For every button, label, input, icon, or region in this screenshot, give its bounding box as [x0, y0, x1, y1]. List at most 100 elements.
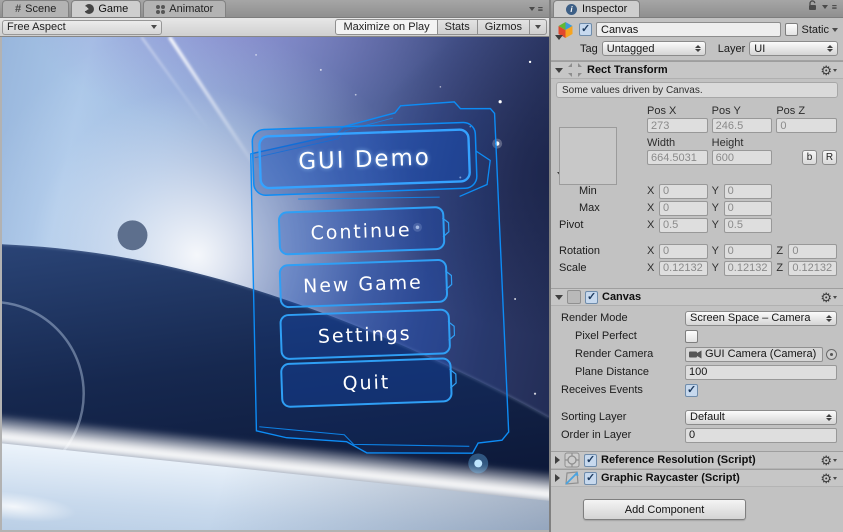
width-field[interactable]: 664.5031: [647, 150, 708, 165]
receives-events-checkbox[interactable]: [685, 383, 698, 397]
rotation-row: Rotation X0 Y0 Z0: [559, 243, 838, 259]
gear-icon[interactable]: ⚙: [820, 64, 837, 77]
render-camera-object-field[interactable]: GUI Camera (Camera): [685, 346, 823, 362]
active-checkbox[interactable]: [579, 22, 592, 36]
scale-z-field[interactable]: 0.12132: [788, 260, 838, 276]
menu-button-new-game[interactable]: New Game: [278, 258, 453, 309]
static-checkbox[interactable]: [785, 23, 799, 36]
graphic-raycaster-title: Graphic Raycaster (Script): [601, 472, 740, 484]
pos-x-field[interactable]: 273: [647, 118, 708, 133]
game-viewport: GUI Demo Continue New Game Settings Quit: [0, 37, 549, 532]
aspect-dropdown-label: Free Aspect: [7, 21, 66, 33]
anchor-min-y-field[interactable]: 0: [723, 183, 773, 199]
tag-label: Tag: [580, 42, 598, 55]
unity-editor-window: # Scene Game Animator ≡ Free Aspect Maxi…: [0, 0, 843, 532]
tab-game[interactable]: Game: [71, 0, 142, 17]
gear-icon[interactable]: ⚙: [820, 291, 837, 304]
canvas-component-header[interactable]: Canvas ⚙: [551, 288, 843, 306]
scale-label: Scale: [559, 262, 587, 274]
gear-icon[interactable]: ⚙: [820, 454, 837, 467]
scale-y-field[interactable]: 0.12132: [723, 260, 773, 276]
gizmos-button[interactable]: Gizmos: [477, 19, 530, 35]
object-picker-icon[interactable]: [826, 348, 837, 360]
plane-distance-field[interactable]: 100: [685, 364, 837, 380]
order-in-layer-field[interactable]: 0: [685, 427, 837, 443]
rect-transform-header[interactable]: Rect Transform ⚙: [551, 61, 843, 79]
pos-y-field[interactable]: 246.5: [711, 118, 773, 133]
gizmos-dropdown-button[interactable]: [530, 19, 547, 35]
raw-edit-mode-button[interactable]: R: [822, 150, 837, 165]
sorting-layer-label: Sorting Layer: [561, 411, 627, 423]
menu-button-quit[interactable]: Quit: [280, 357, 457, 408]
pos-z-label: Pos Z: [776, 104, 806, 117]
menu-button-continue[interactable]: Continue: [277, 206, 450, 256]
icon-dropdown-arrow[interactable]: [555, 34, 563, 40]
gameobject-header: Canvas Static Tag Untagged Layer UI: [551, 18, 843, 61]
tab-animator[interactable]: Animator: [143, 0, 227, 17]
rotation-z-field[interactable]: 0: [788, 243, 838, 259]
height-label: Height: [711, 136, 744, 149]
gui-demo-menu: GUI Demo Continue New Game Settings Quit: [250, 101, 510, 474]
canvas-enabled-checkbox[interactable]: [585, 290, 598, 304]
foldout-open-icon[interactable]: [555, 67, 563, 73]
rect-transform-body: Pos X Pos Y Pos Z 273 246.5 0 Width Heig…: [551, 101, 843, 288]
stats-button[interactable]: Stats: [437, 19, 478, 35]
plane-distance-label: Plane Distance: [575, 366, 649, 378]
name-field[interactable]: Canvas: [596, 22, 782, 37]
pixel-perfect-label: Pixel Perfect: [575, 330, 637, 342]
height-field[interactable]: 600: [711, 150, 773, 165]
anchor-max-x-field[interactable]: 0: [659, 200, 708, 216]
foldout-open-icon[interactable]: [555, 294, 563, 300]
pos-z-field[interactable]: 0: [776, 118, 837, 133]
menu-button-label: Settings: [318, 323, 412, 348]
pixel-perfect-checkbox[interactable]: [685, 329, 698, 343]
render-mode-dropdown[interactable]: Screen Space – Camera: [685, 310, 837, 326]
scale-row: Scale X 0.12132 Y 0.12132 Z 0.12132: [559, 260, 838, 276]
layer-dropdown[interactable]: UI: [749, 41, 838, 56]
rect-transform-icon: [567, 62, 583, 78]
pivot-y-field[interactable]: 0.5: [723, 217, 773, 233]
rotation-x-field[interactable]: 0: [659, 243, 708, 259]
layer-label: Layer: [717, 42, 746, 55]
rotation-y-field[interactable]: 0: [723, 243, 773, 259]
static-dropdown-icon[interactable]: [832, 27, 838, 32]
blueprint-mode-button[interactable]: b: [802, 150, 817, 165]
component-enabled-checkbox[interactable]: [584, 453, 597, 467]
pane-dropdown-icon[interactable]: [528, 7, 535, 11]
render-mode-label: Render Mode: [561, 312, 628, 324]
gear-icon[interactable]: ⚙: [820, 472, 837, 485]
tab-scene[interactable]: # Scene: [2, 0, 70, 17]
foldout-closed-icon[interactable]: [555, 456, 560, 464]
sorting-layer-dropdown[interactable]: Default: [685, 409, 837, 425]
anchor-preview[interactable]: [559, 127, 617, 185]
gameobject-icon: [555, 21, 575, 40]
reference-resolution-header[interactable]: Reference Resolution (Script) ⚙: [551, 451, 843, 469]
anchor-min-x-field[interactable]: 0: [659, 183, 708, 199]
anchor-max-y-field[interactable]: 0: [723, 200, 773, 216]
add-component-button[interactable]: Add Component: [583, 499, 746, 520]
receives-events-label: Receives Events: [561, 384, 643, 396]
canvas-icon: [567, 290, 581, 304]
foldout-closed-icon[interactable]: [555, 474, 560, 482]
lock-icon[interactable]: [808, 0, 818, 14]
dropdown-arrows-icon: [694, 45, 701, 52]
chevron-down-icon[interactable]: [821, 5, 828, 9]
camera-icon: [689, 350, 702, 358]
maximize-on-play-button[interactable]: Maximize on Play: [335, 19, 438, 35]
dropdown-arrows-icon: [826, 314, 832, 322]
pivot-x-field[interactable]: 0.5: [659, 217, 708, 233]
component-enabled-checkbox[interactable]: [584, 471, 597, 485]
menu-button-label: Quit: [342, 371, 390, 395]
tag-dropdown[interactable]: Untagged: [601, 41, 706, 56]
tab-scene-label: Scene: [25, 3, 57, 15]
inspector-panel: i Inspector ≡ ✓ Canvas Static Tag Untagg…: [551, 0, 843, 532]
aspect-dropdown[interactable]: Free Aspect: [2, 19, 162, 35]
tab-inspector[interactable]: i Inspector: [553, 0, 641, 17]
graphic-raycaster-header[interactable]: Graphic Raycaster (Script) ⚙: [551, 469, 843, 487]
chevron-down-icon: [535, 25, 541, 29]
pane-menu-icon[interactable]: ≡: [538, 4, 544, 14]
menu-button-settings[interactable]: Settings: [279, 308, 456, 360]
scale-x-field[interactable]: 0.12132: [659, 260, 708, 276]
dropdown-arrows-icon: [827, 45, 833, 52]
inspector-menu-icon[interactable]: ≡: [832, 2, 838, 12]
